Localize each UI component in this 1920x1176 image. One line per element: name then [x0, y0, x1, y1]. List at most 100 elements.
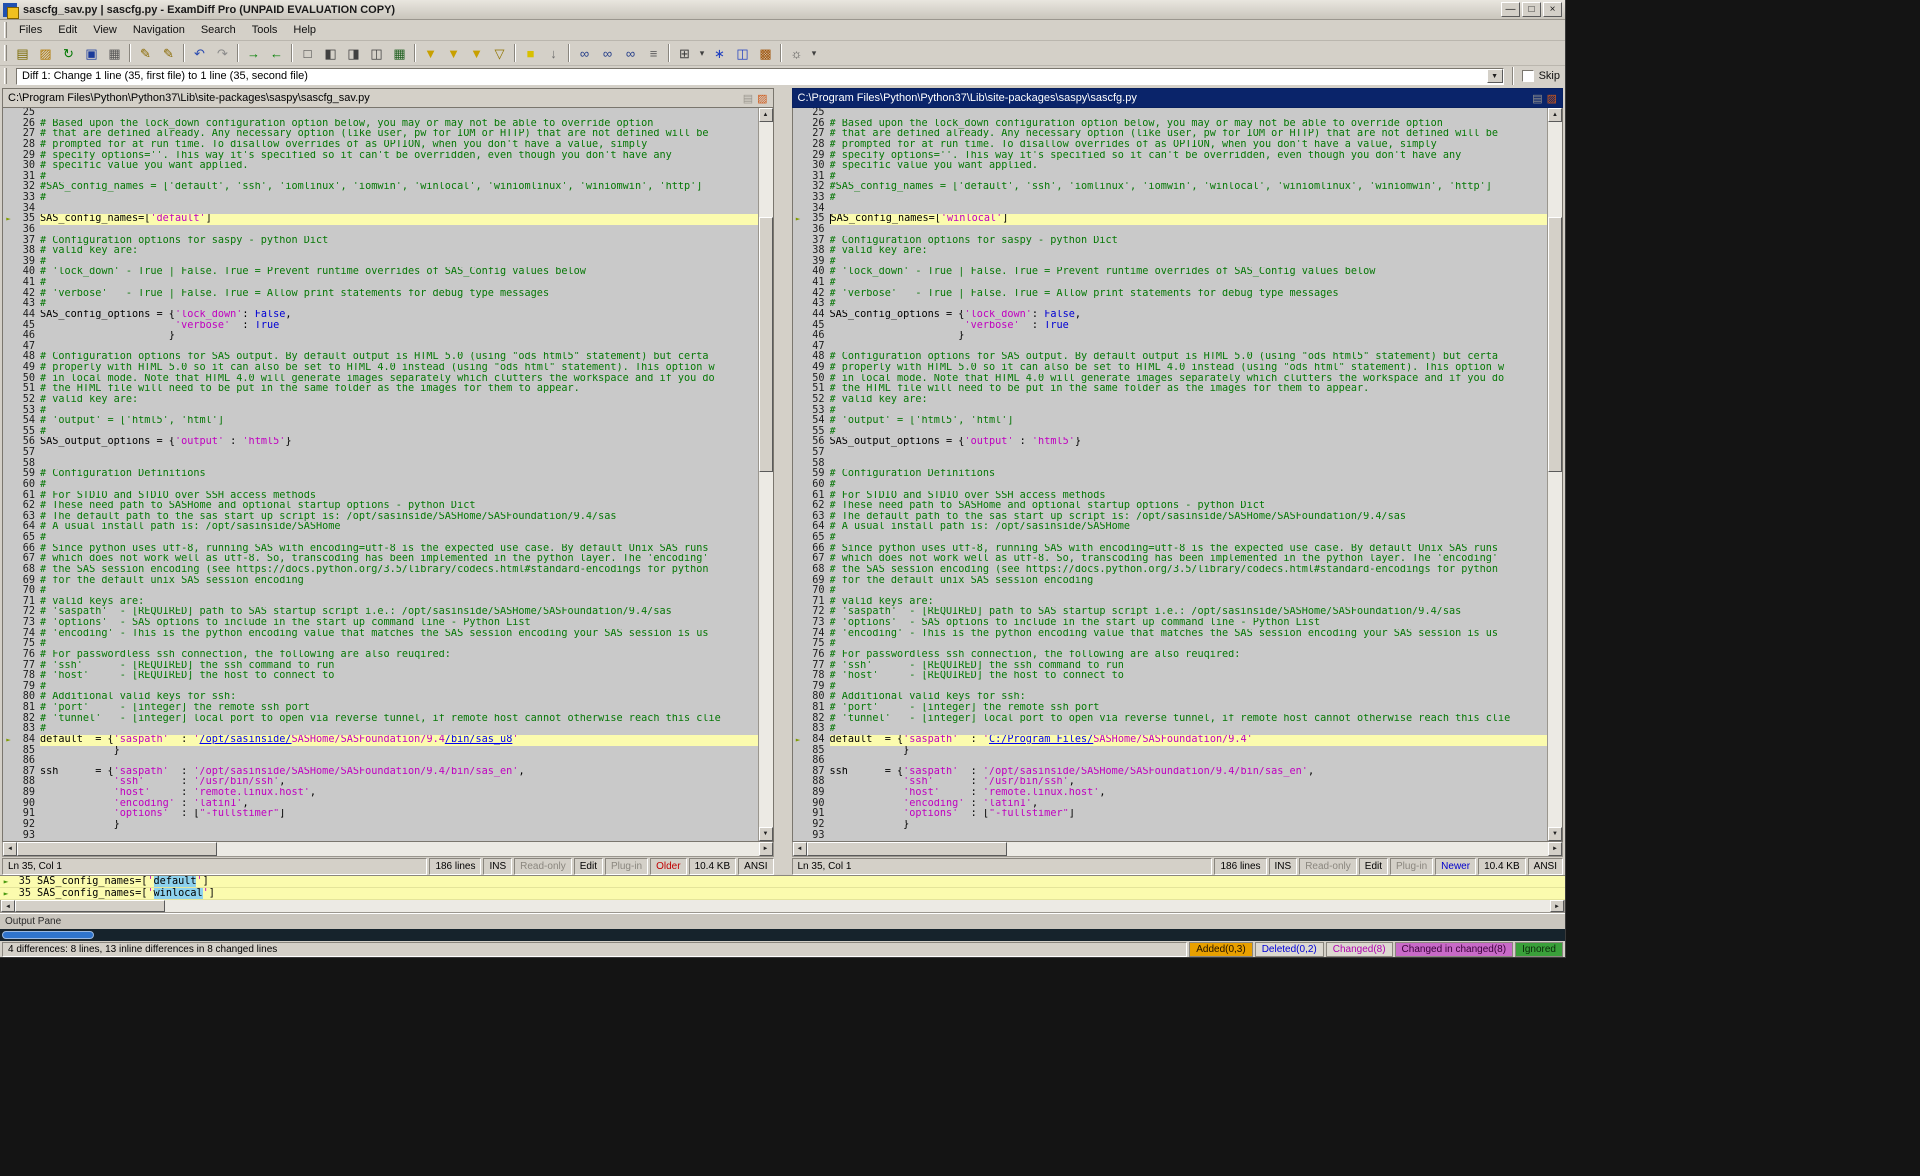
pane-reload-icon[interactable]: ▨ — [757, 92, 767, 105]
redo-icon[interactable]: ↷ — [211, 43, 234, 64]
left-hscrollbar[interactable]: ◄ ► — [2, 842, 774, 857]
right-hscrollbar[interactable]: ◄ ► — [792, 842, 1564, 857]
view-single-pane-icon[interactable]: □ — [296, 43, 319, 64]
scroll-down-icon[interactable]: ▼ — [1548, 827, 1562, 841]
scroll-left-icon[interactable]: ◄ — [793, 842, 807, 856]
ignored-badge[interactable]: Ignored — [1515, 942, 1563, 957]
copy-to-right-icon[interactable]: → — [242, 43, 265, 64]
match-options-icon[interactable]: ≡ — [642, 43, 665, 64]
scroll-up-icon[interactable]: ▲ — [1548, 108, 1562, 122]
edit-second-file-icon[interactable]: ✎ — [157, 43, 180, 64]
sync-icon[interactable]: ∗ — [708, 43, 731, 64]
menu-files[interactable]: Files — [11, 21, 50, 39]
menu-search[interactable]: Search — [193, 21, 244, 39]
left-hscroll-thumb[interactable] — [17, 842, 217, 856]
output-pane-header[interactable]: Output Pane — [0, 913, 1565, 929]
code-line: 67# which does not work well as utf-8. S… — [793, 554, 1548, 565]
find-next-icon[interactable]: ∞ — [596, 43, 619, 64]
statistics-dropdown-icon[interactable]: ▾ — [696, 43, 708, 64]
diffbar-grip[interactable] — [4, 68, 7, 84]
view-split-icon[interactable]: ◫ — [365, 43, 388, 64]
diff-combo-dropdown-icon[interactable]: ▼ — [1487, 69, 1503, 83]
menu-help[interactable]: Help — [285, 21, 324, 39]
inspector-hscrollbar[interactable]: ◄ ► — [0, 900, 1565, 913]
line-content: # — [830, 257, 1548, 268]
scroll-left-icon[interactable]: ◄ — [1, 900, 15, 912]
code-line: 31# — [793, 172, 1548, 183]
right-pane-header[interactable]: C:\Program Files\Python\Python37\Lib\sit… — [792, 88, 1564, 108]
right-hscroll-thumb[interactable] — [807, 842, 1007, 856]
undo-icon[interactable]: ↶ — [188, 43, 211, 64]
left-editor[interactable]: 2526# Based upon the lock_down configura… — [2, 108, 774, 842]
gutter-margin — [793, 448, 804, 459]
close-button[interactable]: × — [1543, 2, 1562, 17]
edit-first-file-icon[interactable]: ✎ — [134, 43, 157, 64]
deleted-badge[interactable]: Deleted(0,2) — [1255, 942, 1324, 957]
pane-splitter[interactable] — [774, 88, 792, 875]
view-left-only-icon[interactable]: ◧ — [319, 43, 342, 64]
scroll-right-icon[interactable]: ► — [1548, 842, 1562, 856]
refresh-icon[interactable]: ↻ — [57, 43, 80, 64]
maximize-button[interactable]: □ — [1522, 2, 1541, 17]
minimize-button[interactable]: — — [1501, 2, 1520, 17]
diff-description-combo[interactable]: Diff 1: Change 1 line (35, first file) t… — [16, 68, 1504, 85]
changed-in-changed-badge[interactable]: Changed in changed(8) — [1395, 942, 1514, 957]
pane-reload-icon[interactable]: ▨ — [1547, 92, 1557, 105]
filter-lines-icon[interactable]: ▼ — [442, 43, 465, 64]
pane-print-icon[interactable]: ▤ — [743, 92, 753, 105]
compare-icon[interactable]: ▤ — [11, 43, 34, 64]
status-cell-186-lines: 186 lines — [429, 858, 481, 875]
menubar-grip[interactable] — [4, 22, 7, 38]
gutter-margin — [793, 108, 804, 119]
find-icon[interactable]: ∞ — [573, 43, 596, 64]
code-segment: # 'saspath' - [REQUIRED] path to SAS sta… — [40, 607, 672, 617]
scroll-down-icon[interactable]: ▼ — [759, 827, 773, 841]
show-diff-map-icon[interactable]: ▦ — [388, 43, 411, 64]
menu-bar: FilesEditViewNavigationSearchToolsHelp — [0, 20, 1565, 41]
toolbar-grip[interactable] — [4, 45, 7, 61]
scroll-up-icon[interactable]: ▲ — [759, 108, 773, 122]
left-vscrollbar[interactable]: ▲ ▼ — [758, 108, 773, 841]
settings-gear-icon[interactable]: ☼ — [785, 43, 808, 64]
copy-to-left-icon[interactable]: ← — [265, 43, 288, 64]
inspector-hscroll-thumb[interactable] — [15, 900, 165, 912]
settings-dropdown-icon[interactable]: ▾ — [808, 43, 820, 64]
filter-diffs-icon[interactable]: ▼ — [419, 43, 442, 64]
right-hscroll-track[interactable] — [1007, 842, 1549, 856]
inspector-hscroll-track[interactable] — [165, 900, 1550, 912]
right-editor[interactable]: 2526# Based upon the lock_down configura… — [792, 108, 1564, 842]
save-icon[interactable]: ▣ — [80, 43, 103, 64]
find-prev-icon[interactable]: ∞ — [619, 43, 642, 64]
line-content: # 'encoding' - This is the python encodi… — [830, 629, 1548, 640]
goto-diff-icon[interactable]: ↓ — [542, 43, 565, 64]
line-content: # — [830, 639, 1548, 650]
right-vscrollbar[interactable]: ▲ ▼ — [1547, 108, 1562, 841]
panes-layout-icon[interactable]: ◫ — [731, 43, 754, 64]
statistics-icon[interactable]: ⊞ — [673, 43, 696, 64]
scroll-right-icon[interactable]: ► — [759, 842, 773, 856]
code-segment: # — [40, 193, 46, 203]
left-pane-header[interactable]: C:\Program Files\Python\Python37\Lib\sit… — [2, 88, 774, 108]
view-right-only-icon[interactable]: ◨ — [342, 43, 365, 64]
open-icon[interactable]: ▨ — [34, 43, 57, 64]
right-vscroll-thumb[interactable] — [1548, 217, 1562, 472]
left-vscroll-thumb[interactable] — [759, 217, 773, 472]
added-badge[interactable]: Added(0,3) — [1189, 942, 1252, 957]
highlight-diffs-icon[interactable]: ■ — [519, 43, 542, 64]
filter-chars-icon[interactable]: ▼ — [465, 43, 488, 64]
left-hscroll-track[interactable] — [217, 842, 759, 856]
scroll-right-icon[interactable]: ► — [1550, 900, 1564, 912]
plugins-icon[interactable]: ▩ — [754, 43, 777, 64]
filter-options-icon[interactable]: ▽ — [488, 43, 511, 64]
scroll-left-icon[interactable]: ◄ — [3, 842, 17, 856]
changed-badge[interactable]: Changed(8) — [1326, 942, 1393, 957]
menu-view[interactable]: View — [85, 21, 125, 39]
skip-checkbox[interactable] — [1522, 70, 1534, 82]
print-icon[interactable]: ▦ — [103, 43, 126, 64]
menu-navigation[interactable]: Navigation — [125, 21, 193, 39]
menu-tools[interactable]: Tools — [244, 21, 286, 39]
menu-edit[interactable]: Edit — [50, 21, 85, 39]
status-cell-186-lines: 186 lines — [1214, 858, 1266, 875]
pane-print-icon[interactable]: ▤ — [1532, 92, 1542, 105]
line-content: # 'verbose' - True | False. True = Allow… — [830, 289, 1548, 300]
